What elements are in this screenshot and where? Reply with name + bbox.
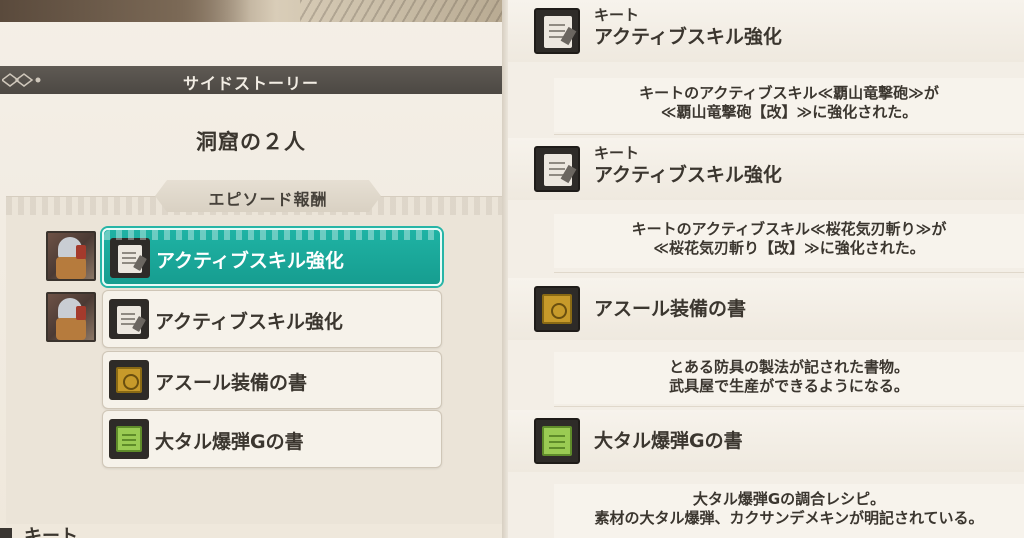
description-line: ≪覇山竜撃砲【改】≫に強化された。 [660,103,918,121]
scroll-icon [534,146,580,192]
reward-item-active-skill-1[interactable]: アクティブスキル強化 [102,228,442,286]
reward-item-asul-equipment-book[interactable]: アスール装備の書 [102,351,442,409]
description-line: キートのアクティブスキル≪覇山竜撃砲≫が [639,84,939,102]
scroll-icon [110,238,150,278]
scroll-icon [0,528,12,538]
episode-reward-label: エピソード報酬 [155,180,381,212]
detail-description-2: キートのアクティブスキル≪桜花気刃斬り≫が ≪桜花気刃斬り【改】≫に強化された。 [554,214,1024,268]
side-story-banner: サイドストーリー [0,66,502,94]
banner-title: サイドストーリー [182,74,319,93]
green-book-icon [534,418,580,464]
detail-header-1: キート アクティブスキル強化 [508,0,1024,62]
gold-book-icon [534,286,580,332]
description-line: ≪桜花気刃斬り【改】≫に強化された。 [653,239,925,257]
detail-name: アスール装備の書 [594,298,747,320]
reward-label: アスール装備の書 [155,372,308,394]
detail-header-3: アスール装備の書 [508,278,1024,340]
reward-detail-panel: キート アクティブスキル強化 キートのアクティブスキル≪覇山竜撃砲≫が ≪覇山竜… [508,0,1024,538]
detail-name: 大タル爆弾Gの書 [594,430,743,452]
description-line: 素材の大タル爆弾、カクサンデメキンが明記されている。 [594,509,984,527]
detail-description-3: とある防具の製法が記された書物。 武具屋で生産ができるようになる。 [554,352,1024,404]
description-line: キートのアクティブスキル≪桜花気刃斬り≫が [631,220,947,238]
gold-book-icon [109,360,149,400]
scroll-icon [109,299,149,339]
description-line: 武具屋で生産ができるようになる。 [669,377,909,395]
header-artwork [0,0,502,22]
detail-header-4: 大タル爆弾Gの書 [508,410,1024,472]
separator [554,406,1024,407]
description-line: とある防具の製法が記された書物。 [668,358,909,376]
reward-item-active-skill-2[interactable]: アクティブスキル強化 [102,290,442,348]
reward-label: アクティブスキル強化 [155,311,343,333]
character-portrait [46,292,96,342]
detail-name: アクティブスキル強化 [594,26,782,48]
reward-label: 大タル爆弾Gの書 [155,431,304,453]
next-entry-owner: キート [24,526,78,538]
detail-description-1: キートのアクティブスキル≪覇山竜撃砲≫が ≪覇山竜撃砲【改】≫に強化された。 [554,78,1024,132]
detail-header-2: キート アクティブスキル強化 [508,138,1024,200]
reward-item-large-barrel-bomb-book[interactable]: 大タル爆弾Gの書 [102,410,442,468]
character-portrait [46,231,96,281]
separator [554,134,1024,135]
separator [554,272,1024,273]
reward-label: アクティブスキル強化 [156,250,344,272]
detail-description-4: 大タル爆弾Gの調合レシピ。 素材の大タル爆弾、カクサンデメキンが明記されている。 [554,484,1024,538]
story-title: 洞窟の２人 [196,130,306,154]
description-line: 大タル爆弾Gの調合レシピ。 [692,490,886,508]
next-entry-peek: キート [0,526,120,538]
green-book-icon [109,419,149,459]
detail-name: アクティブスキル強化 [594,164,782,186]
side-story-panel: サイドストーリー 洞窟の２人 エピソード報酬 アクティブスキル強化 アクティブス… [0,0,502,538]
scroll-icon [534,8,580,54]
